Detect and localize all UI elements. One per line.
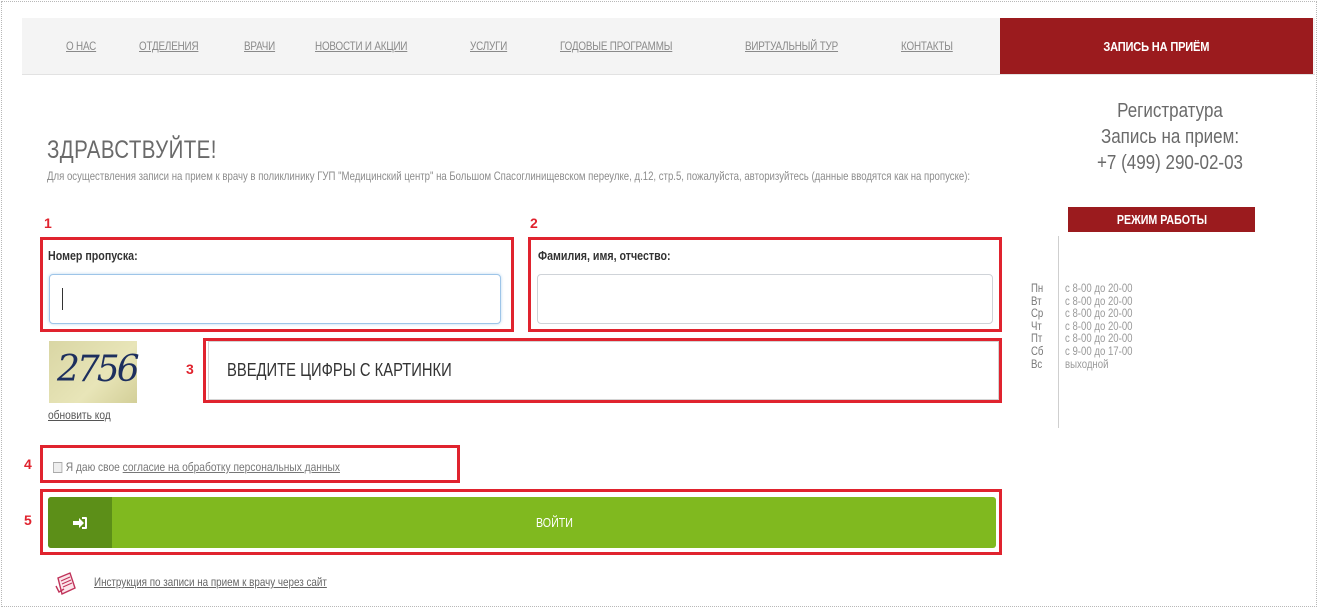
nav-item-services[interactable]: УСЛУГИ (470, 39, 507, 53)
schedule-row: Вс выходной (1031, 356, 1149, 371)
working-hours-badge: РЕЖИМ РАБОТЫ (1068, 207, 1255, 232)
document-icon (55, 572, 76, 595)
nav-item-departments[interactable]: ОТДЕЛЕНИЯ (139, 39, 199, 53)
full-name-label: Фамилия, имя, отчество: (538, 248, 671, 263)
captcha-digits: 2756 (57, 349, 140, 390)
appointment-button-label: ЗАПИСЬ НА ПРИЁМ (1103, 38, 1210, 54)
captcha-input[interactable]: ВВЕДИТЕ ЦИФРЫ С КАРТИНКИ (208, 341, 999, 400)
sign-in-icon (48, 497, 112, 548)
refresh-captcha-link[interactable]: обновить код (48, 408, 111, 422)
registry-title: Регистратура (1117, 100, 1223, 122)
captcha-placeholder: ВВЕДИТЕ ЦИФРЫ С КАРТИНКИ (227, 360, 452, 380)
appointment-button[interactable]: ЗАПИСЬ НА ПРИЁМ (1000, 18, 1313, 74)
step-marker-2: 2 (530, 215, 538, 231)
login-button-label: ВОЙТИ (535, 515, 573, 530)
consent-row: Я даю свое согласие на обработку персона… (53, 460, 340, 474)
nav-item-doctors[interactable]: ВРАЧИ (244, 39, 275, 53)
nav-item-contacts[interactable]: КОНТАКТЫ (901, 39, 953, 53)
pass-number-label: Номер пропуска: (48, 248, 138, 263)
step-marker-1: 1 (44, 215, 52, 231)
step-marker-3: 3 (186, 361, 194, 377)
schedule-day: Вс (1031, 356, 1043, 371)
step-marker-5: 5 (24, 512, 32, 528)
intro-text: Для осуществления записи на прием к врач… (47, 169, 971, 183)
captcha-image: 2756 (49, 341, 140, 403)
text-caret (62, 288, 63, 310)
consent-checkbox[interactable] (53, 462, 63, 474)
working-hours-label: РЕЖИМ РАБОТЫ (1116, 212, 1207, 227)
page-title: ЗДРАВСТВУЙТЕ! (47, 135, 217, 164)
login-button[interactable]: ВОЙТИ (48, 497, 996, 548)
consent-link[interactable]: согласие на обработку персональных данны… (123, 460, 340, 474)
instruction-link[interactable]: Инструкция по записи на прием к врачу че… (94, 575, 327, 589)
registry-phone[interactable]: +7 (499) 290-02-03 (1077, 150, 1264, 176)
nav-item-programs[interactable]: ГОДОВЫЕ ПРОГРАММЫ (560, 39, 672, 53)
nav-item-about[interactable]: О НАС (66, 39, 96, 53)
registry-subtitle: Запись на прием: (1100, 126, 1240, 148)
consent-prefix: Я даю свое (65, 460, 120, 474)
registry-contacts: Регистратура Запись на прием: +7 (499) 2… (1060, 98, 1280, 176)
full-name-input[interactable] (537, 274, 993, 324)
schedule-list: Пн с 8-00 до 20-00 Вт с 8-00 до 20-00 Ср с … (1031, 282, 1149, 370)
nav-item-virtual-tour[interactable]: ВИРТУАЛЬНЫЙ ТУР (745, 39, 838, 53)
pass-number-input[interactable] (49, 274, 501, 324)
step-marker-4: 4 (24, 456, 32, 472)
schedule-time: выходной (1065, 356, 1109, 371)
nav-item-news[interactable]: НОВОСТИ И АКЦИИ (315, 39, 407, 53)
